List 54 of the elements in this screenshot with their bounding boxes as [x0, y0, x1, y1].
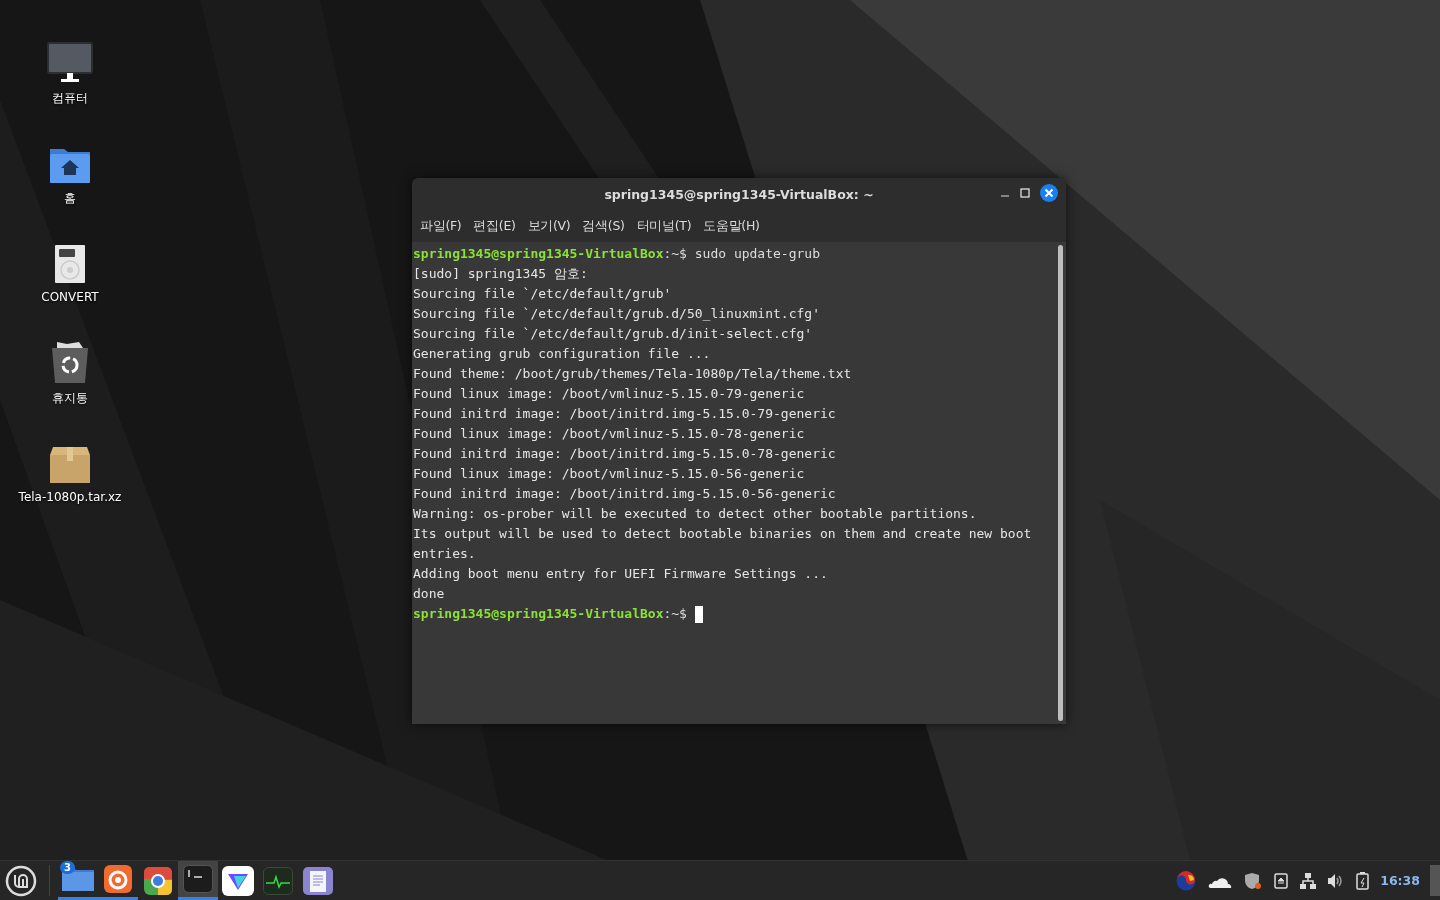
menu-item[interactable]: 편집(E)	[467, 217, 522, 235]
terminal-line: Adding boot menu entry for UEFI Firmware Settings ...	[413, 565, 828, 583]
count-badge: 3	[60, 861, 75, 874]
terminal-line: Found linux image: /boot/vmlinuz-5.15.0-56-generic	[413, 465, 805, 483]
taskbar-button[interactable]: 3	[58, 861, 98, 900]
terminal-line: Sourcing file `/etc/default/grub'	[413, 285, 672, 303]
terminal-line: Found linux image: /boot/vmlinuz-5.15.0-78-generic	[413, 425, 805, 443]
prompt-user: spring1345@spring1345-VirtualBox	[413, 605, 664, 623]
battery-icon[interactable]	[1356, 871, 1371, 890]
terminal-line: Found initrd image: /boot/initrd.img-5.15.0-56-generic	[413, 485, 836, 503]
terminal-line: Found initrd image: /boot/initrd.img-5.15.0-79-generic	[413, 405, 836, 423]
clock[interactable]: 16:38	[1380, 873, 1420, 888]
menu-icon[interactable]	[5, 864, 37, 897]
terminal-line: Generating grub configuration file ...	[413, 345, 711, 363]
terminal-line: :~$ sudo update-grub	[663, 245, 820, 263]
close-icon[interactable]	[1040, 184, 1058, 202]
menu-item[interactable]: 검색(S)	[576, 217, 631, 235]
icon-label[interactable]: 홈	[64, 190, 76, 207]
drive-icon	[54, 244, 86, 284]
terminal-icon[interactable]	[183, 865, 213, 893]
terminal-line: Found theme: /boot/grub/themes/Tela-1080p/Tela/theme.txt	[413, 365, 852, 383]
home-folder-icon	[49, 146, 91, 184]
menu-item[interactable]: 도움말(H)	[697, 217, 766, 235]
box-icon	[49, 446, 91, 484]
terminal-line: Sourcing file `/etc/default/grub.d/init-select.cfg'	[413, 325, 813, 343]
prompt-user: spring1345@spring1345-VirtualBox	[413, 245, 664, 263]
icon-label[interactable]: Tela-1080p.tar.xz	[18, 490, 122, 504]
network-icon[interactable]	[1300, 872, 1317, 889]
maximize-icon[interactable]	[1020, 188, 1030, 198]
terminal-line: Found linux image: /boot/vmlinuz-5.15.0-79-generic	[413, 385, 805, 403]
terminal-line: entries.	[413, 545, 476, 563]
scrollbar[interactable]	[1058, 245, 1063, 721]
shield-icon[interactable]	[1244, 871, 1263, 890]
terminal-line: Found initrd image: /boot/initrd.img-5.15.0-78-generic	[413, 445, 836, 463]
icon-label[interactable]: CONVERT	[41, 290, 99, 304]
menu-item[interactable]: 보기(V)	[521, 217, 577, 235]
globe-icon[interactable]	[1176, 870, 1197, 891]
menu-item[interactable]: 파일(F)	[414, 217, 468, 235]
terminal-line: done	[413, 585, 445, 603]
volume-icon[interactable]	[1328, 873, 1345, 888]
icon-label[interactable]: 휴지통	[52, 390, 88, 407]
menu-item[interactable]: 터미널(T)	[630, 217, 698, 235]
terminal-line: Warning: os-prober will be executed to detect other bootable partitions.	[413, 505, 977, 523]
trash-icon	[51, 340, 89, 384]
browser-icon[interactable]	[144, 866, 172, 895]
icon-label[interactable]: 컴퓨터	[52, 90, 88, 107]
monitor-icon	[47, 42, 93, 84]
eject-icon[interactable]	[1274, 872, 1289, 889]
window-title: spring1345@spring1345-VirtualBox: ~	[604, 186, 874, 202]
terminal-line: Its output will be used to detect bootable binaries on them and create new boot	[413, 525, 1032, 543]
browser-icon[interactable]	[104, 865, 132, 893]
terminal-line: Sourcing file `/etc/default/grub.d/50_linuxmint.cfg'	[413, 305, 820, 323]
terminal-line: [sudo] spring1345 암호:	[413, 265, 588, 283]
terminal-line: :~$	[663, 605, 687, 623]
